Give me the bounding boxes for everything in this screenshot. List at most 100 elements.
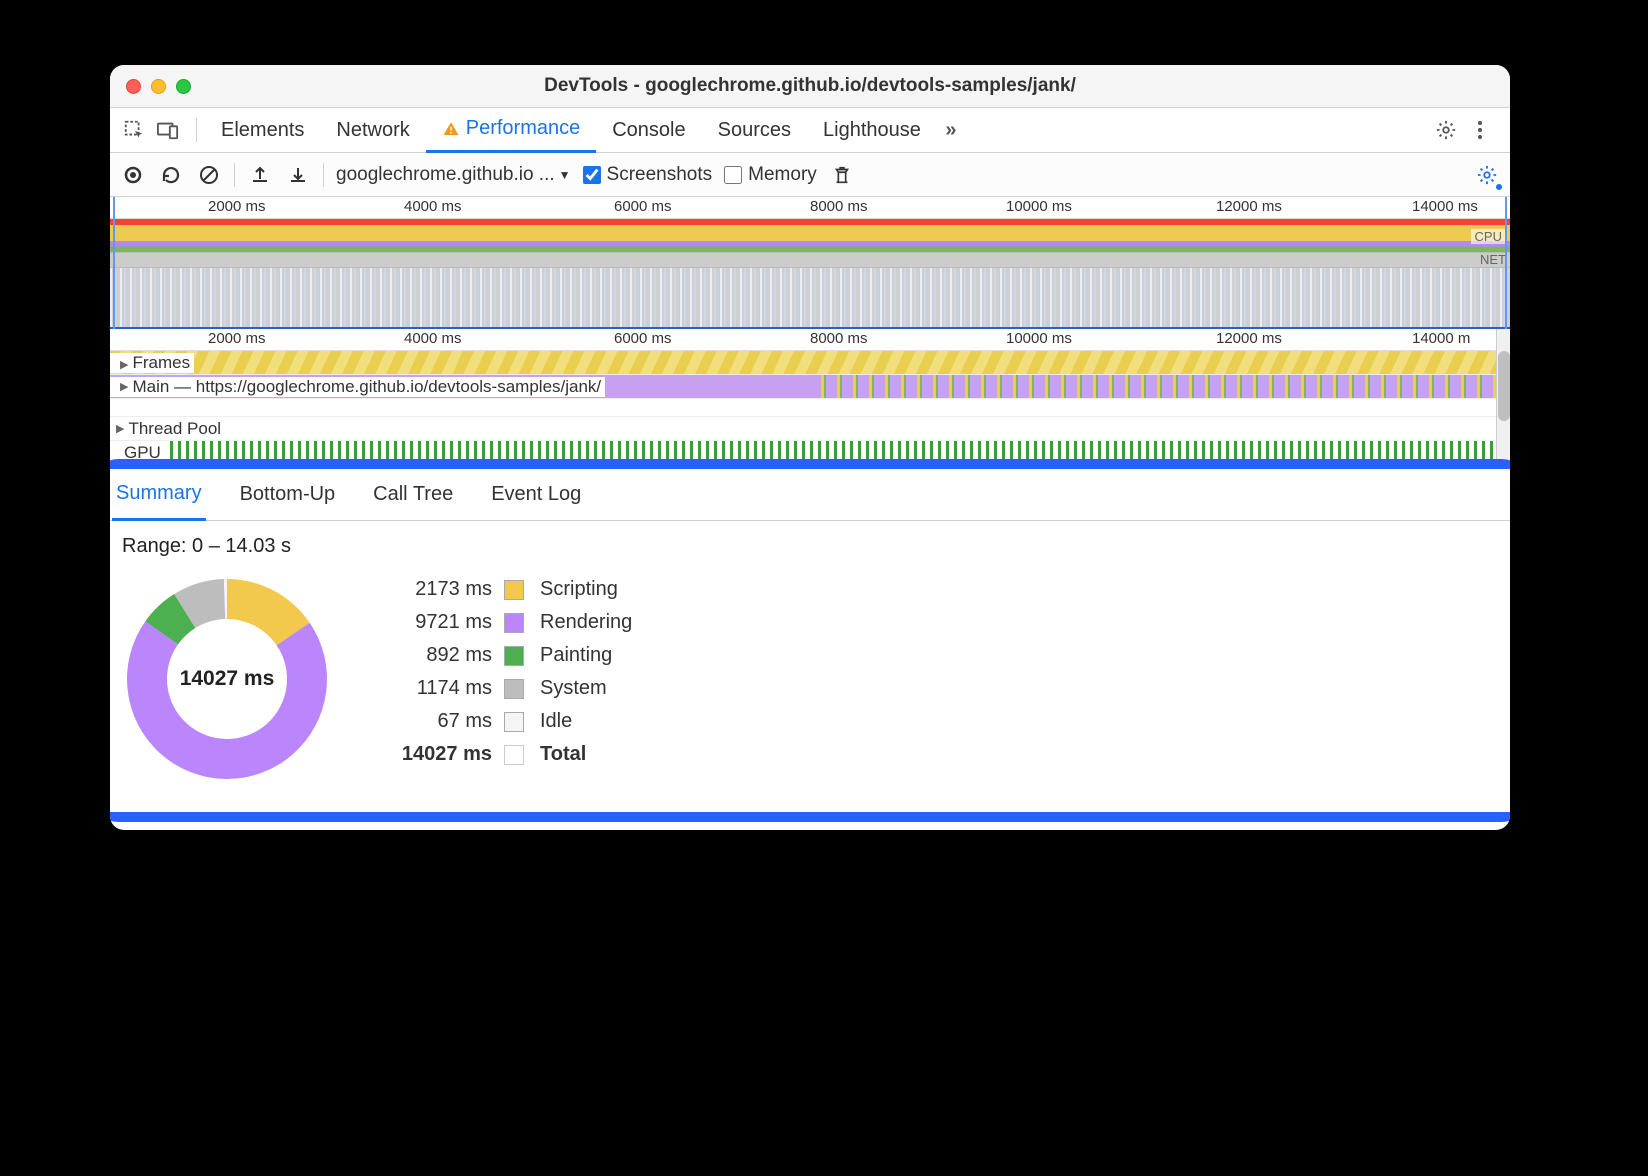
dropdown-arrow-icon: ▼ [559, 168, 571, 182]
legend-swatch [504, 712, 524, 732]
scrollbar-thumb[interactable] [1498, 351, 1510, 421]
settings-icon[interactable] [1432, 116, 1460, 144]
cpu-label: CPU [1471, 229, 1506, 244]
summary-legend: 2173 ms Scripting 9721 ms Rendering 892 ms Pa… [372, 574, 632, 766]
expand-icon[interactable]: ▶ [116, 422, 124, 435]
screenshots-checkbox-input[interactable] [583, 166, 601, 184]
tab-performance-label: Performance [466, 117, 581, 140]
bottom-tabbar: Summary Bottom-Up Call Tree Event Log [110, 469, 1510, 521]
screenshots-label: Screenshots [607, 164, 713, 186]
ruler-tick: 2000 ms [208, 330, 266, 347]
summary-donut-chart: 14027 ms [122, 574, 332, 784]
ruler-tick: 6000 ms [614, 330, 672, 347]
legend-name: Idle [540, 710, 632, 733]
ruler-tick: 14000 m [1412, 330, 1470, 347]
capture-settings-icon[interactable] [1474, 162, 1500, 188]
legend-value: 9721 ms [372, 611, 492, 634]
overview-ruler: 2000 ms 4000 ms 6000 ms 8000 ms 10000 ms… [110, 197, 1510, 219]
summary-highlight-box: Summary Bottom-Up Call Tree Event Log Ra… [110, 459, 1510, 822]
tab-bottom-up[interactable]: Bottom-Up [236, 469, 340, 521]
memory-label: Memory [748, 164, 817, 186]
track-main-label: Main — https://googlechrome.github.io/de… [132, 377, 601, 397]
track-main-spacer [110, 399, 1510, 417]
legend-value: 14027 ms [372, 743, 492, 766]
screenshots-checkbox[interactable]: Screenshots [583, 164, 713, 186]
tab-network[interactable]: Network [320, 108, 425, 153]
tab-elements[interactable]: Elements [205, 108, 320, 153]
legend-value: 2173 ms [372, 578, 492, 601]
inspect-element-icon[interactable] [120, 116, 148, 144]
expand-icon[interactable]: ▶ [120, 380, 128, 393]
devtools-window: DevTools - googlechrome.github.io/devtoo… [110, 65, 1510, 830]
tabbar-divider [196, 118, 197, 142]
ruler-tick: 14000 ms [1412, 198, 1478, 215]
performance-toolbar: googlechrome.github.io ... ▼ Screenshots… [110, 153, 1510, 197]
ruler-tick: 6000 ms [614, 198, 672, 215]
tab-sources[interactable]: Sources [702, 108, 807, 153]
flame-ruler: 2000 ms 4000 ms 6000 ms 8000 ms 10000 ms… [110, 329, 1510, 351]
legend-swatch [504, 679, 524, 699]
legend-name: Scripting [540, 578, 632, 601]
window-minimize-button[interactable] [151, 79, 166, 94]
ruler-tick: 12000 ms [1216, 198, 1282, 215]
reload-record-icon[interactable] [158, 162, 184, 188]
site-selector-label: googlechrome.github.io ... [336, 164, 555, 186]
kebab-menu-icon[interactable] [1466, 116, 1494, 144]
window-zoom-button[interactable] [176, 79, 191, 94]
track-threadpool[interactable]: ▶ Thread Pool [110, 417, 1510, 441]
upload-icon[interactable] [247, 162, 273, 188]
tab-performance[interactable]: Performance [426, 108, 597, 153]
summary-range: Range: 0 – 14.03 s [122, 535, 1498, 558]
legend-value: 1174 ms [372, 677, 492, 700]
legend-value: 67 ms [372, 710, 492, 733]
legend-name: System [540, 677, 632, 700]
tab-lighthouse[interactable]: Lighthouse [807, 108, 937, 153]
memory-checkbox-input[interactable] [724, 166, 742, 184]
legend-swatch [504, 646, 524, 666]
collect-garbage-icon[interactable] [829, 162, 855, 188]
ruler-tick: 8000 ms [810, 198, 868, 215]
tab-console[interactable]: Console [596, 108, 701, 153]
ruler-tick: 10000 ms [1006, 330, 1072, 347]
overview-filmstrip [110, 267, 1510, 329]
warning-icon [442, 120, 460, 138]
clear-icon[interactable] [196, 162, 222, 188]
toolbar-divider [323, 163, 324, 187]
track-frames-label: Frames [132, 353, 190, 372]
record-icon[interactable] [120, 162, 146, 188]
ruler-tick: 2000 ms [208, 198, 266, 215]
site-selector[interactable]: googlechrome.github.io ... ▼ [336, 164, 571, 186]
window-title: DevTools - googlechrome.github.io/devtoo… [110, 75, 1510, 97]
download-icon[interactable] [285, 162, 311, 188]
track-threadpool-label: Thread Pool [128, 419, 221, 439]
ruler-tick: 8000 ms [810, 330, 868, 347]
window-titlebar: DevTools - googlechrome.github.io/devtoo… [110, 65, 1510, 108]
legend-swatch [504, 613, 524, 633]
device-toolbar-icon[interactable] [154, 116, 182, 144]
overview-panel[interactable]: 2000 ms 4000 ms 6000 ms 8000 ms 10000 ms… [110, 197, 1510, 329]
overview-net-band: NET [110, 253, 1510, 267]
track-frames[interactable]: ▶ Frames [110, 351, 1510, 375]
flamechart-panel[interactable]: 2000 ms 4000 ms 6000 ms 8000 ms 10000 ms… [110, 329, 1510, 465]
tab-call-tree[interactable]: Call Tree [369, 469, 457, 521]
ruler-tick: 10000 ms [1006, 198, 1072, 215]
overview-cpu-band: CPU [110, 225, 1510, 253]
legend-name: Painting [540, 644, 632, 667]
ruler-tick: 4000 ms [404, 330, 462, 347]
legend-swatch [504, 580, 524, 600]
legend-name: Total [540, 743, 632, 766]
track-main[interactable]: ▶ Main — https://googlechrome.github.io/d… [110, 375, 1510, 399]
more-tabs-icon[interactable]: » [937, 116, 965, 144]
tab-summary[interactable]: Summary [112, 469, 206, 521]
memory-checkbox[interactable]: Memory [724, 164, 817, 186]
legend-value: 892 ms [372, 644, 492, 667]
expand-icon[interactable]: ▶ [120, 359, 128, 371]
tab-event-log[interactable]: Event Log [487, 469, 585, 521]
legend-name: Rendering [540, 611, 632, 634]
donut-center-value: 14027 ms [122, 574, 332, 784]
ruler-tick: 12000 ms [1216, 330, 1282, 347]
devtools-tabbar: Elements Network Performance Console Sou… [110, 108, 1510, 153]
ruler-tick: 4000 ms [404, 198, 462, 215]
window-close-button[interactable] [126, 79, 141, 94]
net-label: NET [1480, 252, 1506, 267]
